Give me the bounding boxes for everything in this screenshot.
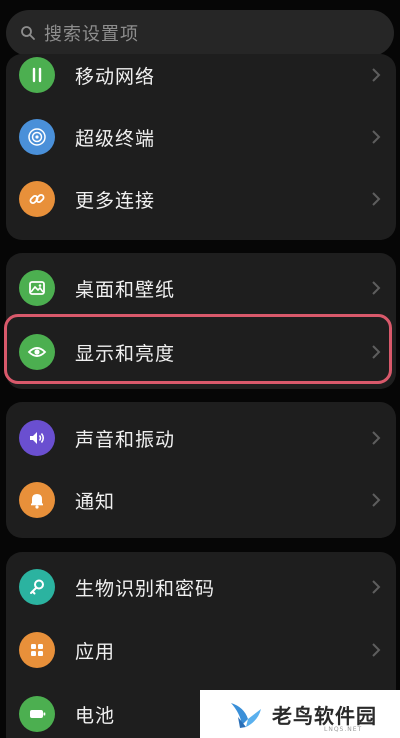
settings-item-label: 声音和振动 [75, 428, 176, 451]
watermark-logo: 老鸟软件园 LNQS.NET [200, 690, 400, 738]
settings-item-notifications[interactable]: 通知 [6, 469, 396, 531]
watermark-url: LNQS.NET [324, 726, 363, 733]
bell-icon [19, 482, 55, 518]
settings-item-apps[interactable]: 应用 [6, 619, 396, 681]
watermark-text: 老鸟软件园 [272, 703, 377, 728]
search-placeholder: 搜索设置项 [44, 24, 139, 45]
chevron-right-icon [372, 130, 381, 144]
settings-item-label: 生物识别和密码 [75, 577, 216, 600]
chevron-right-icon [372, 643, 381, 657]
settings-item-label: 桌面和壁纸 [75, 278, 176, 301]
settings-group-sound: 声音和振动 通知 [6, 402, 396, 538]
apps-icon [19, 632, 55, 668]
eye-icon [19, 334, 55, 370]
settings-item-label: 移动网络 [75, 65, 156, 88]
settings-item-label: 应用 [75, 640, 116, 663]
volume-icon [19, 420, 55, 456]
settings-group-connectivity: 移动网络 超级终端 更多连接 [6, 54, 396, 240]
settings-item-desktop-wallpaper[interactable]: 桌面和壁纸 [6, 257, 396, 319]
settings-group-display: 桌面和壁纸 显示和亮度 [6, 253, 396, 389]
chevron-right-icon [372, 192, 381, 206]
key-icon [19, 569, 55, 605]
settings-item-display-brightness[interactable]: 显示和亮度 [6, 321, 396, 383]
settings-item-mobile-network[interactable]: 移动网络 [6, 44, 396, 106]
chevron-right-icon [372, 431, 381, 445]
chevron-right-icon [372, 281, 381, 295]
bird-logo-icon [231, 703, 261, 728]
link-icon [19, 181, 55, 217]
settings-item-label: 更多连接 [75, 189, 156, 212]
settings-item-label: 电池 [75, 704, 116, 727]
chevron-right-icon [372, 345, 381, 359]
settings-item-label: 显示和亮度 [75, 342, 176, 365]
chevron-right-icon [372, 493, 381, 507]
search-icon [21, 26, 35, 40]
settings-item-super-device[interactable]: 超级终端 [6, 106, 396, 168]
settings-screen: 搜索设置项 移动网络 超级终端 更多连接 桌面和壁纸 显示和亮度 声音和振动 通… [0, 0, 400, 738]
mobile-network-icon [19, 57, 55, 93]
chevron-right-icon [372, 68, 381, 82]
chevron-right-icon [372, 580, 381, 594]
settings-item-label: 超级终端 [75, 127, 156, 150]
settings-item-label: 通知 [75, 490, 116, 513]
settings-item-biometrics-password[interactable]: 生物识别和密码 [6, 556, 396, 618]
settings-item-sound-vibration[interactable]: 声音和振动 [6, 407, 396, 469]
wallpaper-icon [19, 270, 55, 306]
super-device-icon [19, 119, 55, 155]
settings-item-more-connections[interactable]: 更多连接 [6, 168, 396, 230]
battery-icon [19, 696, 55, 732]
